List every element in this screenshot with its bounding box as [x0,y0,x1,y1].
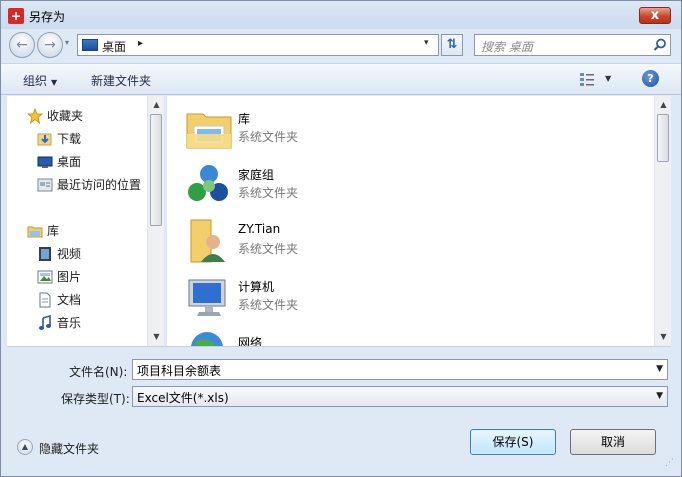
desktop-icon [82,39,98,51]
sidebar-item-label: 最近访问的位置 [57,178,142,192]
filename-label: 文件名(N): [69,365,128,379]
file-name: 计算机 [238,280,275,294]
star-icon [27,108,43,124]
file-name: ZY.Tian [238,222,281,236]
file-name: 网络 [238,336,263,346]
library-icon [27,226,43,238]
search-input[interactable]: 搜索 桌面 [474,34,671,56]
sidebar-item-label: 下载 [57,132,82,146]
filetype-select[interactable]: Excel文件(*.xls) ▼ [132,386,668,407]
list-item[interactable]: 计算机 系统文件夹 [185,266,485,322]
navigation-bar: ← → ▾ 桌面 ▸ ▾ ⇅ 搜索 桌面 [1,29,681,61]
search-placeholder: 搜索 桌面 [481,40,533,54]
file-type: 系统文件夹 [238,130,299,144]
view-dropdown-icon[interactable]: ▼ [605,74,611,83]
user-folder-icon [190,219,225,263]
sidebar-item-label: 收藏夹 [47,109,84,123]
address-dropdown-icon[interactable]: ▾ [424,38,429,48]
app-icon: + [8,8,24,24]
filetype-value: Excel文件(*.xls) [137,391,229,405]
sidebar-item-label: 视频 [57,247,82,261]
pictures-icon [37,270,53,284]
file-type: 系统文件夹 [238,186,299,200]
organize-caret-icon: ▼ [51,78,58,87]
recent-pages-dropdown[interactable]: ▾ [65,38,69,47]
scroll-down-icon[interactable]: ▼ [655,332,671,341]
file-list: 库 系统文件夹 家庭组 系统文件夹 ZY.Tian 系统文件夹 计算机 系统文件… [167,96,671,346]
navigation-pane: 收藏夹 下载 桌面 最近访问的位置 库 视频 图片 文档 音乐 ▲ ▼ [7,96,164,346]
scrollbar-thumb[interactable] [657,114,669,162]
save-as-dialog: + 另存为 x ← → ▾ 桌面 ▸ ▾ ⇅ 搜索 桌面 组织▼ 新建文件夹 [0,0,682,477]
forward-button[interactable]: → [37,32,63,58]
new-folder-button[interactable]: 新建文件夹 [91,72,151,89]
sidebar-scrollbar[interactable]: ▲ ▼ [147,96,164,346]
scroll-up-icon[interactable]: ▲ [148,100,165,109]
cancel-button[interactable]: 取消 [570,429,656,455]
sidebar-item-label: 文档 [57,293,82,307]
video-icon [39,247,51,261]
computer-icon [188,279,226,316]
sidebar-item-label: 桌面 [57,155,82,169]
documents-icon [39,292,51,308]
list-item[interactable]: ZY.Tian 系统文件夹 [185,210,485,266]
network-icon [191,332,223,346]
recent-places-icon [37,178,53,192]
list-item[interactable]: 库 系统文件夹 [185,98,485,154]
file-name: 库 [238,112,251,126]
close-button[interactable]: x [639,7,671,24]
file-type: 系统文件夹 [238,242,299,256]
filename-value[interactable]: 项目科目余额表 [137,362,221,379]
libraries-folder-icon [186,113,232,149]
scrollbar-thumb[interactable] [150,114,162,226]
file-name: 家庭组 [238,168,275,182]
breadcrumb-desktop[interactable]: 桌面 [102,38,126,55]
desktop-icon [37,156,53,168]
organize-button[interactable]: 组织 ▼ [23,72,57,89]
chevron-up-icon: ▲ [17,439,33,455]
scroll-down-icon[interactable]: ▼ [148,332,165,341]
filename-field[interactable]: 项目科目余额表 ▼ [132,359,668,380]
sidebar-item-label: 库 [47,224,60,238]
title-bar[interactable]: + 另存为 x [1,1,681,29]
search-icon[interactable] [653,38,667,52]
help-icon[interactable]: ? [642,70,659,87]
divider [7,346,671,347]
list-item[interactable]: 网络 [185,322,485,346]
file-list-scrollbar[interactable]: ▲ ▼ [654,96,671,346]
scroll-up-icon[interactable]: ▲ [655,100,671,109]
download-folder-icon [37,133,52,146]
resize-grip-icon[interactable]: ⋰ [665,459,677,473]
music-icon [39,315,51,330]
command-toolbar: 组织 ▼ 新建文件夹 ▼ ? [1,63,681,95]
chevron-down-icon[interactable]: ▼ [656,391,663,401]
address-bar[interactable]: 桌面 ▸ ▾ [77,34,439,56]
file-type: 系统文件夹 [238,298,299,312]
save-button[interactable]: 保存(S) [470,429,556,455]
hide-folders-label: 隐藏文件夹 [39,442,100,456]
back-button[interactable]: ← [9,32,35,58]
window-title: 另存为 [29,10,66,24]
chevron-down-icon[interactable]: ▼ [656,364,663,374]
sidebar-item-label: 图片 [57,270,82,284]
list-item[interactable]: 家庭组 系统文件夹 [185,154,485,210]
filetype-label: 保存类型(T): [61,392,130,406]
breadcrumb-arrow-icon[interactable]: ▸ [138,38,143,49]
refresh-button[interactable]: ⇅ [441,34,463,56]
view-options-icon[interactable] [579,72,595,86]
homegroup-icon [188,165,228,201]
organize-label: 组织 [23,74,48,88]
sidebar-item-label: 音乐 [57,316,82,330]
